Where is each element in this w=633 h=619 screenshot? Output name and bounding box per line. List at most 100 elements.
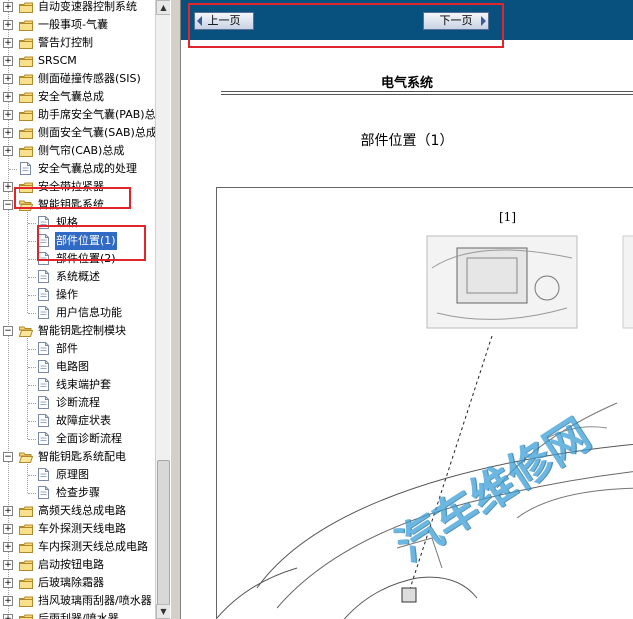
expand-icon[interactable]: + xyxy=(3,74,13,84)
heading-rule-2 xyxy=(221,94,633,95)
tree-page-item[interactable]: 原理图 xyxy=(0,466,155,484)
document-icon xyxy=(38,360,49,373)
tree-page-item[interactable]: 电路图 xyxy=(0,358,155,376)
tree-page-item[interactable]: 诊断流程 xyxy=(0,394,155,412)
expand-icon[interactable]: + xyxy=(3,146,13,156)
tree-page-item[interactable]: 安全气囊总成的处理 xyxy=(0,160,155,178)
tree-connector xyxy=(28,259,36,260)
folder-icon xyxy=(19,109,33,121)
figure-label: [1] xyxy=(499,210,516,224)
tree-folder-item[interactable]: + SRSCM xyxy=(0,52,155,70)
tree-item-label: 车外探测天线电路 xyxy=(38,522,126,535)
document-icon xyxy=(38,486,49,499)
tree-item-label: 原理图 xyxy=(56,468,89,481)
expand-icon[interactable]: + xyxy=(3,2,13,12)
selected-system-highlight xyxy=(14,187,131,209)
tree-page-item[interactable]: 全面诊断流程 xyxy=(0,430,155,448)
tree-item-label: 侧面碰撞传感器(SIS) xyxy=(38,72,141,85)
tree-page-item[interactable]: 用户信息功能 xyxy=(0,304,155,322)
folder-icon xyxy=(19,505,33,517)
scroll-down-arrow-icon[interactable]: ▼ xyxy=(156,604,171,619)
tree-folder-item[interactable]: + 高频天线总成电路 xyxy=(0,502,155,520)
scroll-thumb[interactable] xyxy=(157,460,170,610)
tree-folder-item[interactable]: + 启动按钮电路 xyxy=(0,556,155,574)
expand-icon[interactable]: + xyxy=(3,182,13,192)
expand-icon[interactable]: + xyxy=(3,92,13,102)
expand-icon[interactable]: + xyxy=(3,20,13,30)
tree-folder-item[interactable]: + 侧气帘(CAB)总成 xyxy=(0,142,155,160)
tree-page-item[interactable]: 线束端护套 xyxy=(0,376,155,394)
tree-page-item[interactable]: 系统概述 xyxy=(0,268,155,286)
tree-folder-item[interactable]: − 智能钥匙控制模块 xyxy=(0,322,155,340)
tree-page-item[interactable]: 操作 xyxy=(0,286,155,304)
tree-connector xyxy=(28,277,36,278)
expand-icon[interactable]: + xyxy=(3,542,13,552)
tree-item-label: 部件 xyxy=(56,342,78,355)
collapse-icon[interactable]: − xyxy=(3,452,13,462)
tree-item-label: 助手席安全气囊(PAB)总成 xyxy=(38,108,155,121)
folder-icon xyxy=(19,577,33,589)
expand-icon[interactable]: + xyxy=(3,56,13,66)
tree-folder-item[interactable]: + 车内探测天线总成电路 xyxy=(0,538,155,556)
tree-connector xyxy=(28,313,36,314)
tree-item-label: 高频天线总成电路 xyxy=(38,504,126,517)
tree-folder-item[interactable]: + 侧面安全气囊(SAB)总成 xyxy=(0,124,155,142)
document-icon xyxy=(38,414,49,427)
collapse-icon[interactable]: − xyxy=(3,326,13,336)
tree-folder-item[interactable]: + 车外探测天线电路 xyxy=(0,520,155,538)
expand-icon[interactable]: + xyxy=(3,110,13,120)
folder-icon xyxy=(19,541,33,553)
folder-icon xyxy=(19,523,33,535)
tree-folder-item[interactable]: + 后雨刮器/喷水器 xyxy=(0,610,155,619)
tree-page-item[interactable]: 故障症状表 xyxy=(0,412,155,430)
nav-buttons-highlight xyxy=(188,3,504,48)
expand-icon[interactable]: + xyxy=(3,38,13,48)
tree-page-item[interactable]: 部件 xyxy=(0,340,155,358)
tree-item-label: 用户信息功能 xyxy=(56,306,122,319)
tree-item-label: 自动变速器控制系统 xyxy=(38,0,137,13)
tree-folder-item[interactable]: + 后玻璃除霜器 xyxy=(0,574,155,592)
document-icon xyxy=(38,378,49,391)
expand-icon[interactable]: + xyxy=(3,596,13,606)
folder-icon xyxy=(19,127,33,139)
tree-page-item[interactable]: 检查步骤 xyxy=(0,484,155,502)
tree-folder-item[interactable]: + 警告灯控制 xyxy=(0,34,155,52)
tree-folder-item[interactable]: + 一般事项-气囊 xyxy=(0,16,155,34)
tree-connector xyxy=(28,475,36,476)
document-icon xyxy=(38,306,49,319)
tree-folder-item[interactable]: − 智能钥匙系统配电 xyxy=(0,448,155,466)
expand-icon[interactable]: + xyxy=(3,560,13,570)
folder-icon xyxy=(19,55,33,67)
document-icon xyxy=(38,468,49,481)
folder-icon xyxy=(19,19,33,31)
tree-connector xyxy=(28,439,36,440)
tree-item-label: 启动按钮电路 xyxy=(38,558,104,571)
scroll-up-arrow-icon[interactable]: ▲ xyxy=(156,0,171,15)
tree-scrollbar[interactable]: ▲ ▼ xyxy=(155,0,171,619)
expand-icon[interactable]: + xyxy=(3,506,13,516)
heading-rule xyxy=(221,91,633,92)
tree-connector xyxy=(9,169,17,170)
tree-item-label: SRSCM xyxy=(38,54,77,67)
tree-item-label: 故障症状表 xyxy=(56,414,111,427)
document-icon xyxy=(38,432,49,445)
document-icon xyxy=(38,288,49,301)
tree-connector xyxy=(28,385,36,386)
expand-icon[interactable]: + xyxy=(3,128,13,138)
tree-item-label: 车内探测天线总成电路 xyxy=(38,540,148,553)
collapse-icon[interactable]: − xyxy=(3,200,13,210)
document-icon xyxy=(38,396,49,409)
tree-item-label: 线束端护套 xyxy=(56,378,111,391)
tree-folder-item[interactable]: + 自动变速器控制系统 xyxy=(0,0,155,16)
folder-open-icon xyxy=(18,451,34,463)
tree-folder-item[interactable]: + 助手席安全气囊(PAB)总成 xyxy=(0,106,155,124)
expand-icon[interactable]: + xyxy=(3,524,13,534)
expand-icon[interactable]: + xyxy=(3,578,13,588)
tree-folder-item[interactable]: + 侧面碰撞传感器(SIS) xyxy=(0,70,155,88)
pane-splitter[interactable] xyxy=(170,0,181,619)
tree-folder-item[interactable]: + 安全气囊总成 xyxy=(0,88,155,106)
tree-folder-item[interactable]: + 挡风玻璃雨刮器/喷水器 xyxy=(0,592,155,610)
expand-icon[interactable]: + xyxy=(3,614,13,619)
folder-icon xyxy=(19,91,33,103)
navigation-tree[interactable]: + 自动变速器控制系统 + 一般事项-气囊 + 警告灯控制 + SRSCM + 侧面碰撞传感器(S… xyxy=(0,0,155,619)
